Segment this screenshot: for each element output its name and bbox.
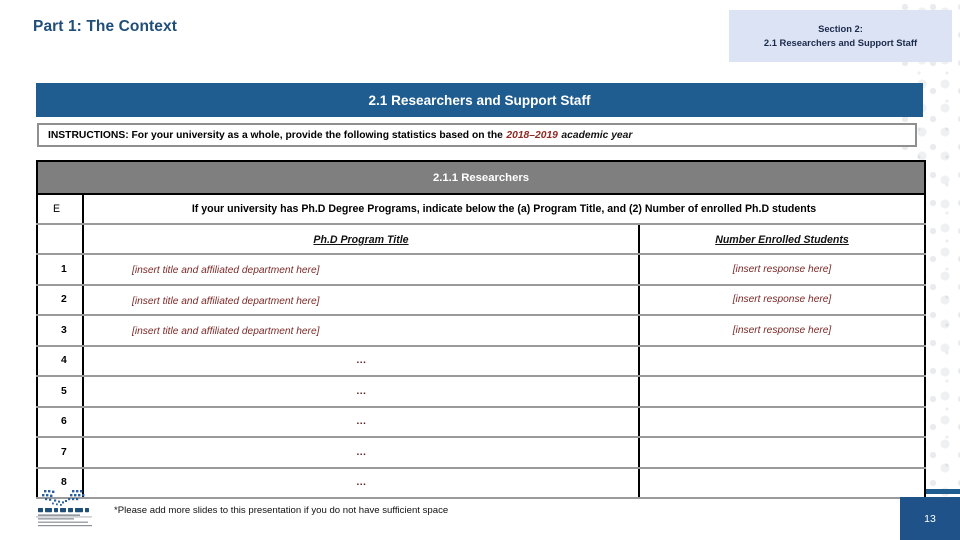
table-row: 4 … (36, 345, 926, 377)
table-subheader-row: 2.1.1 Researchers (36, 160, 926, 195)
row-number: 5 (36, 376, 84, 408)
row-enrolled-cell[interactable]: [insert response here] (638, 284, 926, 316)
table-row: 6 … (36, 406, 926, 438)
instructions-trailing-text: academic year (561, 129, 633, 141)
researchers-table: 2.1.1 Researchers E If your university h… (36, 160, 926, 499)
row-number: 6 (36, 406, 84, 438)
table-row: 8 … (36, 467, 926, 499)
section-tag-line1: Section 2: (818, 23, 863, 35)
row-title-cell[interactable]: … (82, 467, 640, 499)
column-header-title-label: Ph.D Program Title (313, 234, 409, 246)
row-number: 7 (36, 437, 84, 469)
row-title-cell[interactable]: … (82, 345, 640, 377)
row-enrolled-cell[interactable] (638, 467, 926, 499)
instructions-bar: INSTRUCTIONS: For your university as a w… (37, 123, 917, 147)
section-tag-line2: 2.1 Researchers and Support Staff (763, 37, 918, 48)
row-title-cell[interactable]: … (82, 376, 640, 408)
slide-canvas: Part 1: The Context Section 2: 2.1 Resea… (0, 0, 960, 540)
table-column-header-row: Ph.D Program Title Number Enrolled Stude… (36, 224, 926, 255)
column-header-enrolled-label: Number Enrolled Students (715, 234, 849, 246)
row-enrolled-cell[interactable] (638, 406, 926, 438)
page-title: Part 1: The Context (33, 18, 178, 35)
row-enrolled-cell[interactable] (638, 376, 926, 408)
row-title-cell[interactable]: … (82, 406, 640, 438)
section-tag: Section 2: 2.1 Researchers and Support S… (729, 10, 952, 62)
column-header-spacer (36, 224, 84, 255)
prompt-text: If your university has Ph.D Degree Progr… (82, 194, 926, 225)
instructions-academic-year: 2018–2019 (506, 129, 558, 141)
page-number-badge: 13 (900, 497, 960, 540)
footnote-text: *Please add more slides to this presenta… (114, 505, 449, 516)
row-number: 2 (36, 284, 84, 316)
row-title-placeholder: [insert title and affiliated department … (132, 295, 320, 307)
row-number: 3 (36, 315, 84, 347)
column-header-title: Ph.D Program Title (82, 224, 640, 255)
table-subheader-cell: 2.1.1 Researchers (36, 160, 926, 195)
row-title-placeholder: [insert title and affiliated department … (132, 265, 320, 277)
section-banner-label: 2.1 Researchers and Support Staff (368, 92, 591, 108)
row-title-cell[interactable]: [insert title and affiliated department … (82, 315, 640, 347)
table-row: 5 … (36, 376, 926, 408)
row-enrolled-cell[interactable]: [insert response here] (638, 315, 926, 347)
researchers-table-body: 2.1.1 Researchers E If your university h… (36, 160, 926, 499)
section-banner: 2.1 Researchers and Support Staff (36, 83, 923, 117)
table-row: 1 [insert title and affiliated departmen… (36, 254, 926, 286)
table-row: 2 [insert title and affiliated departmen… (36, 284, 926, 316)
row-enrolled-cell[interactable] (638, 437, 926, 469)
row-enrolled-cell[interactable] (638, 345, 926, 377)
instructions-lead-text: INSTRUCTIONS: For your university as a w… (48, 129, 503, 141)
row-enrolled-cell[interactable]: [insert response here] (638, 254, 926, 286)
row-number: 1 (36, 254, 84, 286)
ministry-of-education-logo (28, 488, 108, 533)
column-header-enrolled: Number Enrolled Students (638, 224, 926, 255)
prompt-letter: E (36, 194, 84, 225)
row-title-cell[interactable]: … (82, 437, 640, 469)
table-prompt-row: E If your university has Ph.D Degree Pro… (36, 194, 926, 225)
row-title-cell[interactable]: [insert title and affiliated department … (82, 284, 640, 316)
row-title-cell[interactable]: [insert title and affiliated department … (82, 254, 640, 286)
table-row: 7 … (36, 437, 926, 469)
table-row: 3 [insert title and affiliated departmen… (36, 315, 926, 347)
row-title-placeholder: [insert title and affiliated department … (132, 326, 320, 338)
row-number: 4 (36, 345, 84, 377)
